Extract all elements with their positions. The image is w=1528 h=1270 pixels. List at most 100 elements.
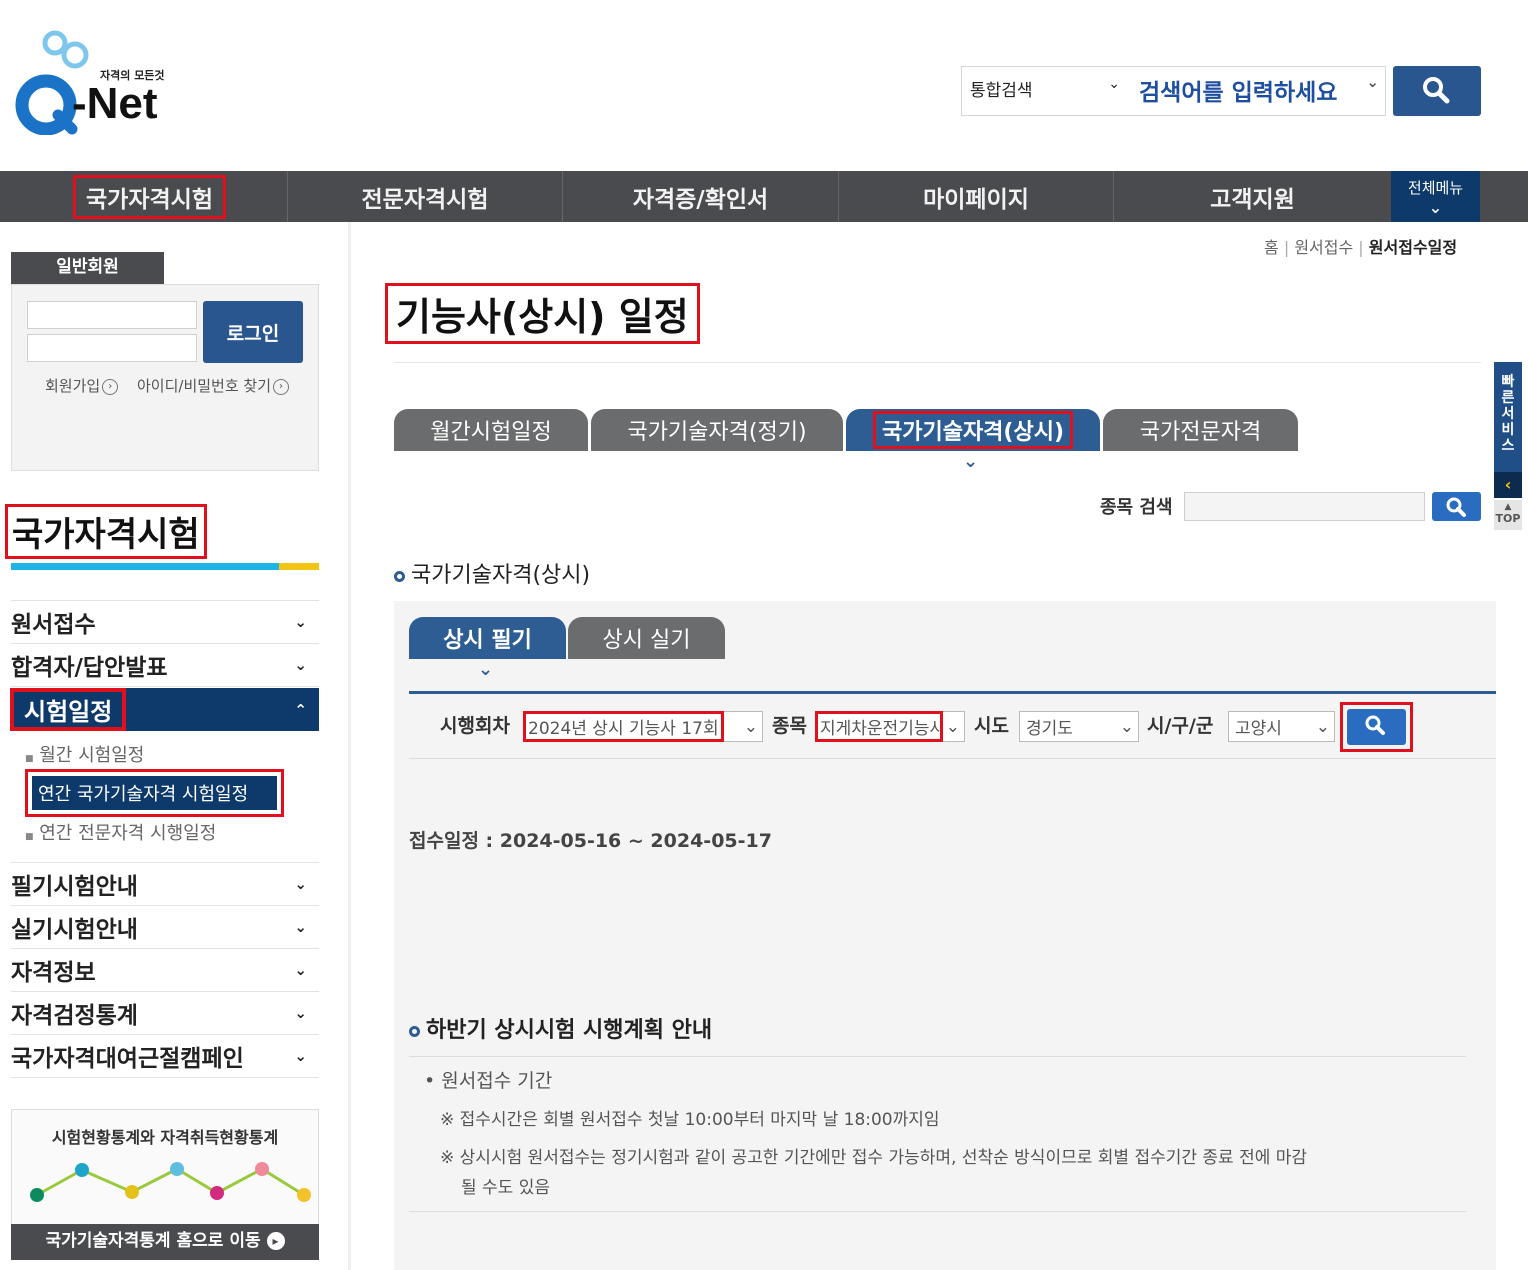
sigungu-select[interactable]: 고양시 ⌄ [1228, 711, 1335, 742]
title-underline-accent [279, 563, 319, 570]
lnb-item-stats[interactable]: 자격검정통계 ⌄ [11, 992, 319, 1035]
subtab-label: 상시 필기 [443, 628, 532, 653]
find-label: 아이디/비밀번호 찾기 [137, 377, 272, 395]
lnb-item-written[interactable]: 필기시험안내 ⌄ [11, 863, 319, 906]
lnb-sub-annual-national[interactable]: 연간 국가기술자격 시험일정 [25, 769, 284, 817]
stats-home-link[interactable]: 국가기술자격통계 홈으로 이동 ▸ [11, 1224, 319, 1260]
gnb-label: 자격증/확인서 [632, 186, 769, 213]
arrow-right-icon: › [102, 378, 119, 395]
banner-title: 시험현황통계와 자격취득현황통계 [51, 1128, 279, 1147]
gnb-item-certificate[interactable]: 자격증/확인서 [563, 171, 839, 222]
round-value: 2024년 상시 기능사 17회 [523, 711, 724, 742]
search-button[interactable] [1393, 66, 1481, 116]
login-button[interactable]: 로그인 [203, 301, 303, 363]
tab-national-regular[interactable]: 국가기술자격(정기) [591, 409, 843, 451]
sigungu-label: 시/구/군 [1147, 715, 1214, 737]
signup-link[interactable]: 회원가입 › [45, 375, 119, 396]
lnb-item-schedule[interactable]: 시험일정 ⌃ [9, 688, 319, 731]
chevron-down-icon: ⌄ [294, 918, 307, 936]
breadcrumb-home[interactable]: 홈 [1264, 238, 1279, 257]
search-icon [1423, 77, 1450, 104]
lnb-sub-monthly[interactable]: ■ 월간 시험일정 [25, 741, 144, 767]
password-input[interactable] [27, 334, 197, 362]
lnb-item-results[interactable]: 합격자/답안발표 ⌄ [11, 644, 319, 687]
gnb-item-mypage[interactable]: 마이페이지 [839, 171, 1114, 222]
chevron-down-icon: ⌄ [294, 961, 307, 979]
item-label: 종목 [772, 715, 807, 737]
caret-up-icon: ▲ [1504, 502, 1512, 512]
tab-national-professional[interactable]: 국가전문자격 [1103, 409, 1298, 451]
bullet-circle-icon [409, 1025, 420, 1037]
plan-bottom-divider [409, 1211, 1466, 1212]
sido-label: 시도 [974, 715, 1009, 737]
gnb-label: 국가자격시험 [73, 174, 226, 219]
section-title: 국가기술자격(상시) [394, 557, 590, 589]
member-tab[interactable]: 일반회원 [11, 252, 164, 284]
search-scope-select[interactable]: 통합검색 ⌄ [970, 76, 1120, 101]
quick-service-button[interactable]: 빠른서비스 [1494, 362, 1522, 472]
plan-note-1: ※ 접수시간은 회별 원서접수 첫날 10:00부터 마지막 날 18:00까지… [440, 1110, 940, 1130]
gnb-label: 고객지원 [1210, 186, 1295, 213]
plan-bullet: • 원서접수 기간 [424, 1070, 553, 1092]
sub-label: 연간 전문자격 시행일정 [39, 823, 217, 844]
all-menu-button[interactable]: 전체메뉴 ⌄ [1391, 171, 1480, 222]
lnb-label: 원서접수 [11, 612, 96, 638]
search-placeholder: 검색어를 입력하세요 [1139, 80, 1338, 106]
lnb-item-campaign[interactable]: 국가자격대여근절캠페인 ⌄ [11, 1035, 319, 1078]
lnb-label: 필기시험안내 [11, 874, 138, 900]
quick-label: 빠른서비스 [1501, 374, 1515, 454]
lnb-label: 자격정보 [11, 960, 96, 986]
left-divider [348, 222, 351, 1270]
gnb-item-national[interactable]: 국가자격시험 [12, 171, 288, 222]
chevron-down-icon: ⌄ [1119, 716, 1134, 737]
sub-label: 월간 시험일정 [39, 745, 145, 766]
top-button[interactable]: ▲ TOP [1494, 500, 1522, 530]
find-account-link[interactable]: 아이디/비밀번호 찾기 › [137, 375, 290, 396]
plan-note-2: ※ 상시시험 원서접수는 정기시험과 같이 공고한 기간에만 접수 가능하며, … [440, 1148, 1308, 1168]
search-icon [1446, 497, 1466, 517]
item-select[interactable]: 지게차운전기능사 ⌄ [815, 711, 965, 742]
gnb-item-professional[interactable]: 전문자격시험 [288, 171, 563, 222]
breadcrumb-current: 원서접수일정 [1368, 238, 1458, 257]
item-search-button[interactable] [1432, 492, 1481, 521]
search-scope-label: 통합검색 [970, 81, 1033, 101]
chevron-down-icon: ⌄ [1108, 76, 1120, 92]
lnb-item-application[interactable]: 원서접수 ⌄ [11, 601, 319, 644]
round-label: 시행회차 [440, 715, 510, 737]
lnb-sub-annual-professional[interactable]: ■ 연간 전문자격 시행일정 [25, 819, 216, 845]
plan-title: 하반기 상시시험 시행계획 안내 [409, 1012, 712, 1044]
title-divider [394, 362, 1481, 363]
tab-monthly[interactable]: 월간시험일정 [394, 409, 588, 451]
chevron-up-icon: ⌃ [294, 700, 307, 719]
chevron-down-icon: ⌄ [294, 1047, 307, 1065]
search-input[interactable]: 검색어를 입력하세요 ⌄ [1139, 73, 1379, 107]
sub-label: 연간 국가기술자격 시험일정 [32, 776, 277, 810]
chevron-down-icon: ⌄ [294, 613, 307, 631]
plan-note-2-cont: 될 수도 있음 [461, 1178, 551, 1198]
lnb-title: 국가자격시험 [5, 504, 207, 559]
round-select[interactable]: 2024년 상시 기능사 17회 ⌄ [523, 711, 763, 742]
search-icon [1365, 715, 1385, 735]
page-title: 기능사(상시) 일정 [385, 283, 700, 344]
subtab-practical[interactable]: 상시 실기 [568, 617, 725, 659]
filter-search-button[interactable] [1340, 702, 1413, 752]
tab-label: 국가기술자격(상시) [872, 411, 1074, 449]
plan-title-label: 하반기 상시시험 시행계획 안내 [426, 1018, 713, 1043]
arrow-right-icon: ▸ [266, 1232, 285, 1250]
all-menu-label: 전체메뉴 [1407, 179, 1464, 197]
quick-collapse-icon[interactable]: ‹ [1494, 472, 1522, 498]
item-search-label: 종목 검색 [1100, 497, 1173, 518]
plan-bullet-label: 원서접수 기간 [441, 1070, 553, 1092]
gnb-item-support[interactable]: 고객지원 [1114, 171, 1391, 222]
subtab-written[interactable]: 상시 필기 [409, 617, 566, 659]
logo[interactable]: 자격의 모든것 -Net [10, 25, 175, 135]
tab-national-continuous[interactable]: 국가기술자격(상시) [846, 409, 1100, 451]
lnb-item-practical[interactable]: 실기시험안내 ⌄ [11, 906, 319, 949]
arrow-right-icon: › [273, 378, 290, 395]
lnb-item-info[interactable]: 자격정보 ⌄ [11, 949, 319, 992]
chevron-down-icon: ⌄ [743, 716, 758, 737]
breadcrumb-level1[interactable]: 원서접수 [1294, 238, 1353, 257]
id-input[interactable] [27, 301, 197, 329]
sido-select[interactable]: 경기도 ⌄ [1019, 711, 1139, 742]
item-search-input[interactable] [1184, 492, 1425, 521]
